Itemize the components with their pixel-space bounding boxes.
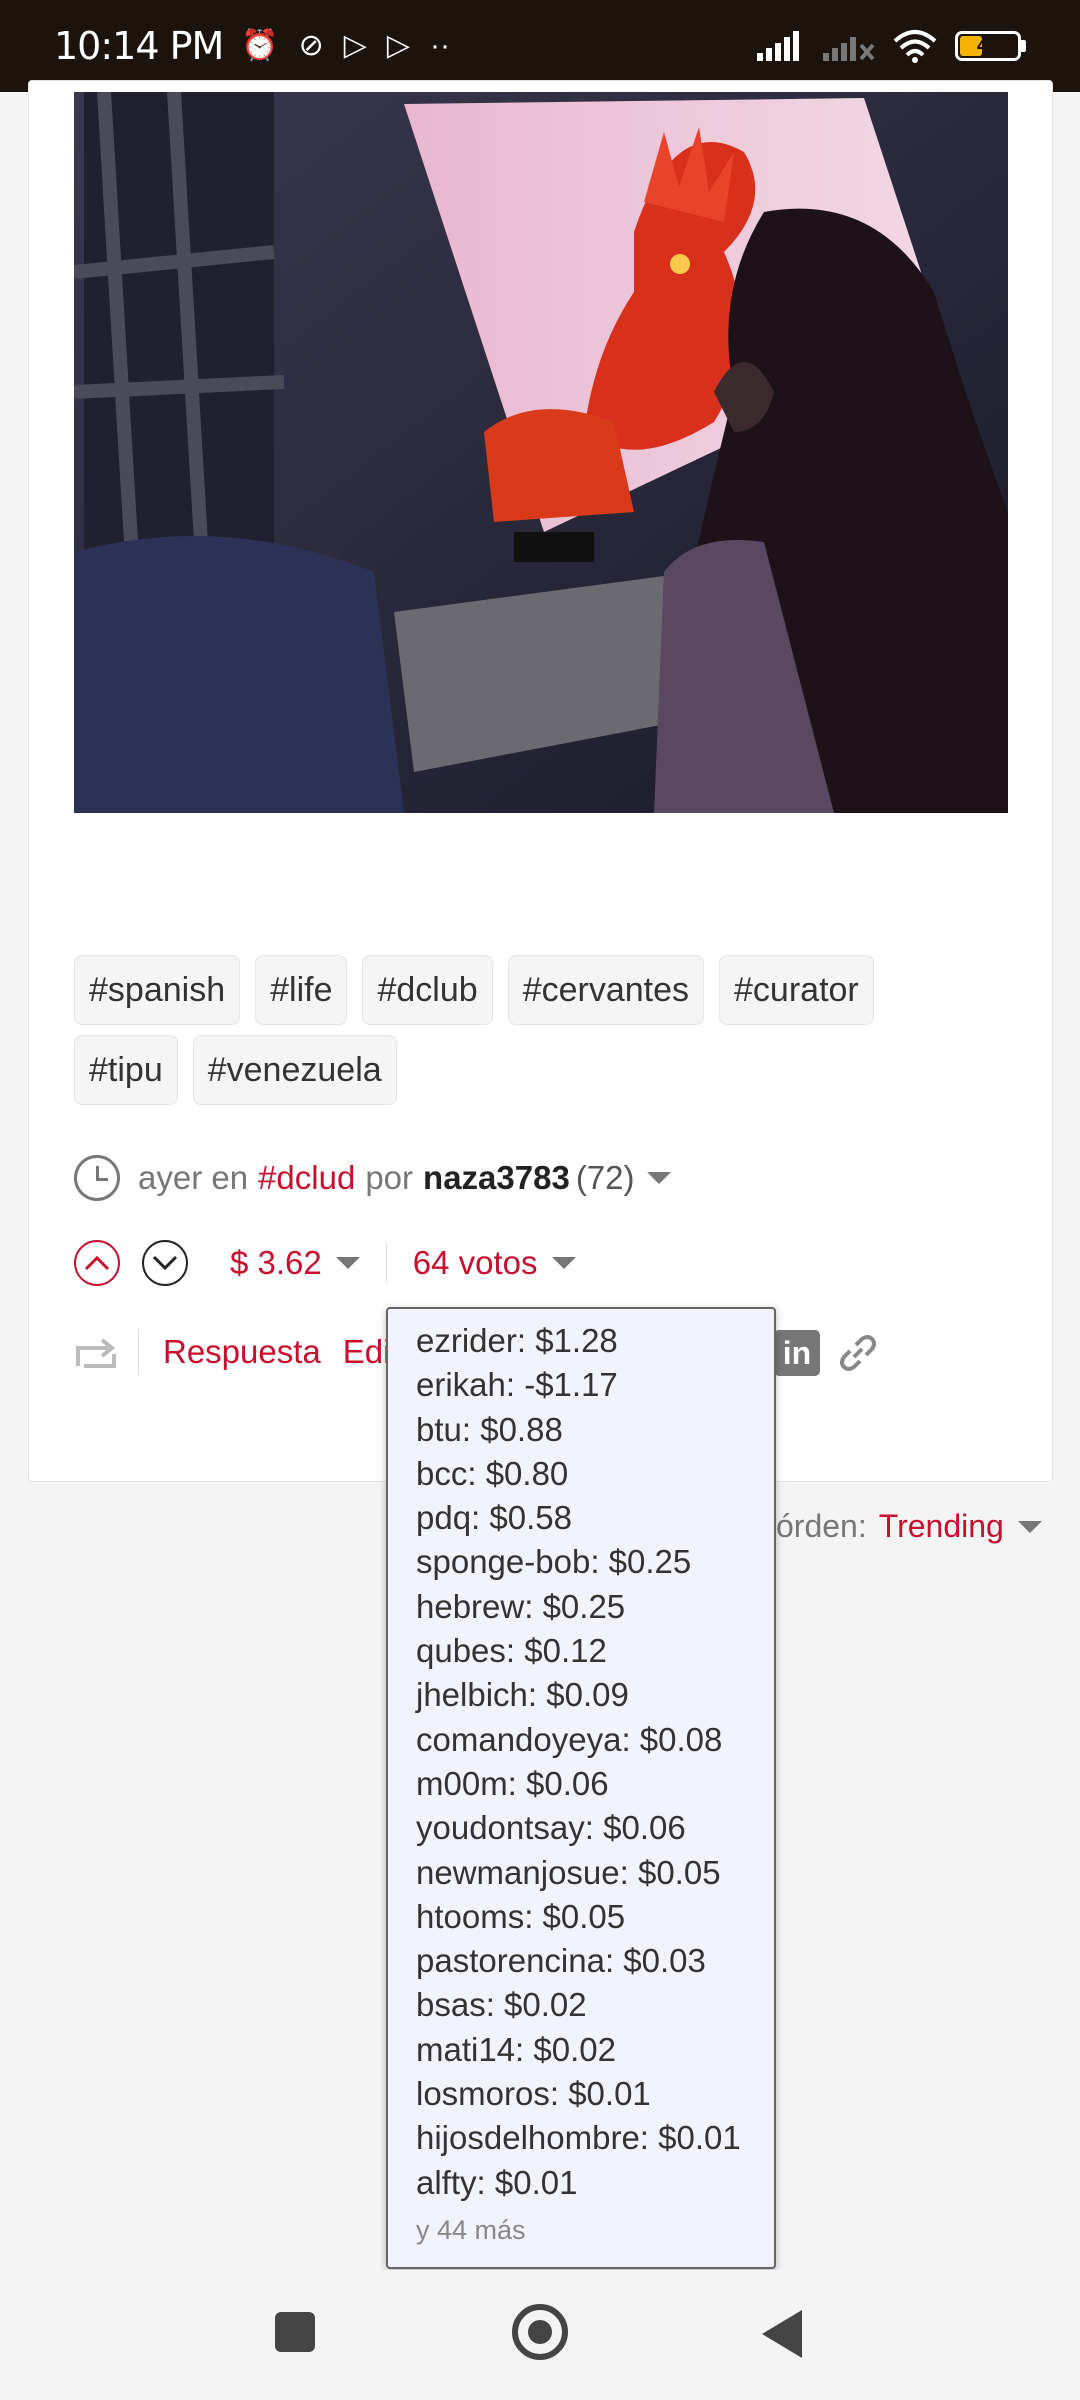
android-nav-bar — [0, 2270, 1080, 2400]
sort-value[interactable]: Trending — [879, 1508, 1004, 1545]
more-dots-icon: ·· — [429, 29, 450, 62]
post-actions: Respuesta Edi — [74, 1330, 390, 1374]
more-voters-label: y 44 más — [416, 2214, 526, 2245]
community-link[interactable]: #dclud — [258, 1159, 355, 1197]
voter-row[interactable]: erikah: -$1.17 — [416, 1363, 774, 1407]
downvote-button[interactable] — [142, 1240, 188, 1286]
voter-row[interactable]: bsas: $0.02 — [416, 1983, 774, 2027]
voter-row[interactable]: pdq: $0.58 — [416, 1496, 774, 1540]
linkedin-icon[interactable]: in — [774, 1330, 820, 1376]
post-meta: ayer en #dclud por naza3783 (72) — [74, 1155, 671, 1201]
voter-row[interactable]: btu: $0.88 — [416, 1408, 774, 1452]
signal-icon — [757, 31, 799, 61]
voter-row[interactable]: mati14: $0.02 — [416, 2028, 774, 2072]
voter-row[interactable]: hijosdelhombre: $0.01 — [416, 2116, 774, 2160]
tag-chip[interactable]: #spanish — [74, 955, 241, 1025]
voter-row[interactable]: jhelbich: $0.09 — [416, 1673, 774, 1717]
voter-row[interactable]: qubes: $0.12 — [416, 1629, 774, 1673]
upvote-button[interactable] — [74, 1240, 120, 1286]
vote-bar: $ 3.62 64 votos — [74, 1240, 576, 1286]
votes-caret-icon[interactable] — [551, 1257, 576, 1269]
sort-caret-icon[interactable] — [1017, 1520, 1042, 1533]
back-button[interactable] — [762, 2310, 802, 2358]
voter-row[interactable]: comandoyeya: $0.08 — [416, 1718, 774, 1762]
battery-level-text: 43 — [976, 34, 1000, 57]
battery-icon: 43 — [955, 31, 1026, 61]
payout-caret-icon[interactable] — [335, 1257, 360, 1269]
post-time: ayer en — [138, 1159, 249, 1196]
link-icon[interactable] — [838, 1333, 878, 1373]
tag-chip[interactable]: #dclub — [362, 955, 493, 1025]
voter-row[interactable]: ezrider: $1.28 — [416, 1319, 774, 1363]
status-bar: 10:14 PM ⏰ ⊘ ▷ ▷ ·· 43 — [0, 0, 1080, 92]
voter-row[interactable]: pastorencina: $0.03 — [416, 1939, 774, 1983]
post-image[interactable] — [74, 92, 1008, 813]
tag-chip[interactable]: #life — [255, 955, 348, 1025]
voter-row[interactable]: hebrew: $0.25 — [416, 1585, 774, 1629]
reblog-icon[interactable] — [74, 1332, 118, 1372]
tag-list: #spanish #life #dclub #cervantes #curator #ti… — [74, 955, 974, 1115]
voter-row[interactable]: alfty: $0.01 — [416, 2161, 774, 2205]
voter-row[interactable]: htooms: $0.05 — [416, 1895, 774, 1939]
voter-row[interactable]: newmanjosue: $0.05 — [416, 1851, 774, 1895]
votes-count[interactable]: 64 votos — [413, 1244, 538, 1282]
divider — [138, 1330, 139, 1374]
play-icon: ▷ — [386, 29, 410, 62]
author-menu-caret-icon[interactable] — [646, 1172, 671, 1184]
wifi-icon — [893, 30, 937, 63]
edit-link[interactable]: Edi — [343, 1333, 391, 1371]
tag-chip[interactable]: #cervantes — [507, 955, 705, 1025]
voter-row[interactable]: youdontsay: $0.06 — [416, 1806, 774, 1850]
voter-row[interactable]: bcc: $0.80 — [416, 1452, 774, 1496]
sort-label: órden: — [776, 1508, 867, 1544]
tag-chip[interactable]: #venezuela — [192, 1035, 397, 1105]
payout-value[interactable]: $ 3.62 — [230, 1244, 322, 1282]
reply-link[interactable]: Respuesta — [163, 1333, 321, 1371]
voter-row[interactable]: losmoros: $0.01 — [416, 2072, 774, 2116]
chevron-down-icon — [152, 1255, 178, 1271]
voters-dropdown: ezrider: $1.28 erikah: -$1.17 btu: $0.88 bc… — [386, 1307, 776, 2269]
status-right: 43 — [757, 29, 1026, 63]
by-label: por — [365, 1159, 414, 1196]
recent-apps-button[interactable] — [275, 2312, 315, 2352]
voter-row[interactable]: m00m: $0.06 — [416, 1762, 774, 1806]
status-left-icons: ⏰ ⊘ ▷ ▷ ·· — [241, 31, 450, 61]
clock-icon — [74, 1155, 120, 1201]
chevron-up-icon — [84, 1255, 110, 1271]
author-reputation: (72) — [575, 1159, 635, 1196]
tag-chip[interactable]: #tipu — [74, 1035, 178, 1105]
tag-chip[interactable]: #curator — [719, 955, 874, 1025]
voter-row[interactable]: sponge-bob: $0.25 — [416, 1540, 774, 1584]
play-icon: ▷ — [343, 29, 367, 62]
mute-icon: ⊘ — [298, 29, 324, 62]
alarm-icon: ⏰ — [241, 29, 279, 62]
signal-nosim-icon — [823, 37, 875, 61]
sort-selector[interactable]: órden: Trending — [776, 1508, 1042, 1545]
status-time: 10:14 PM — [54, 24, 224, 68]
home-button[interactable] — [512, 2304, 568, 2360]
author-link[interactable]: naza3783 — [423, 1159, 570, 1197]
share-icons: in — [774, 1330, 878, 1376]
divider — [385, 1243, 387, 1283]
